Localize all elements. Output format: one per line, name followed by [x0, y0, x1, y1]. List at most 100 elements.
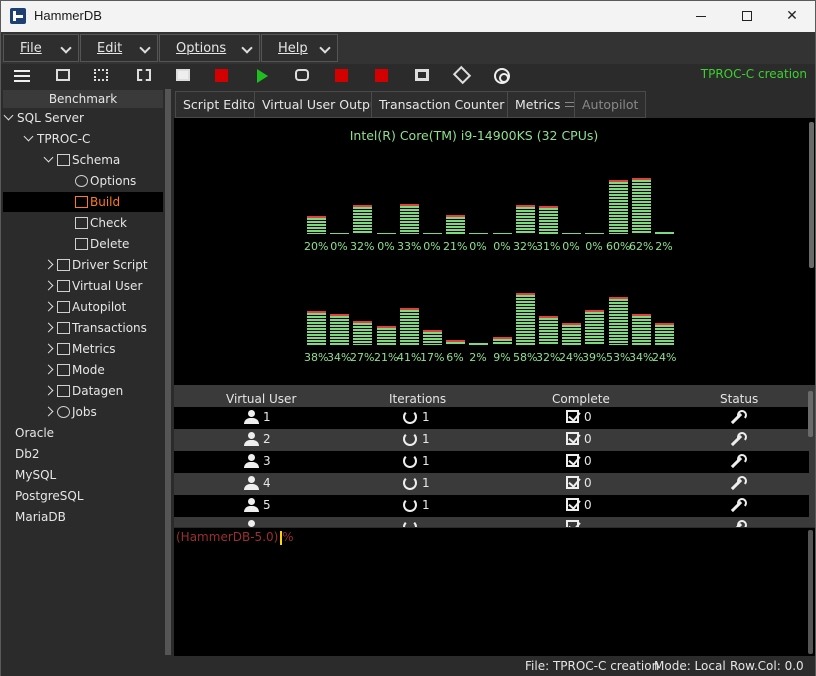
- cpu-title: Intel(R) Core(TM) i9-14900KS (32 CPUs): [349, 128, 599, 143]
- cpu-bar: [446, 340, 465, 345]
- tree-node-db2[interactable]: Db2: [15, 444, 40, 464]
- cpu-bar-label: 0%: [469, 240, 487, 253]
- menu-icon[interactable]: [12, 67, 32, 85]
- chevron-down-icon[interactable]: [43, 152, 54, 163]
- tree-node-build[interactable]: Build: [3, 192, 163, 212]
- tree-node-sql-server[interactable]: SQL Server: [3, 108, 84, 128]
- cpu-bar-label: 17%: [420, 351, 445, 364]
- cpu-bar-label: 34%: [327, 351, 352, 364]
- hammerdb-logo-icon: [10, 8, 26, 24]
- stop-icon[interactable]: [212, 67, 232, 85]
- cpu-bar: [562, 233, 581, 234]
- table-row[interactable]: 1 1 0: [174, 407, 809, 429]
- tree-scrollbar[interactable]: [165, 89, 171, 655]
- menu-edit[interactable]: Edit: [80, 34, 158, 62]
- tab-metrics[interactable]: Metrics: [507, 91, 583, 118]
- chevron-right-icon[interactable]: [43, 301, 54, 312]
- chevron-down-icon: [60, 42, 72, 54]
- cpu-bar: [516, 293, 535, 345]
- column-header-virtual-user: Virtual User: [226, 392, 297, 406]
- menu-edit-label: Edit: [97, 41, 123, 56]
- chevron-down-icon: [139, 42, 151, 54]
- table-row[interactable]: 2 1 0: [174, 429, 809, 451]
- tree-node-mode[interactable]: Mode: [43, 360, 105, 380]
- cpu-bar: [307, 216, 326, 234]
- jobs-icon[interactable]: [492, 67, 512, 85]
- console-scrollbar[interactable]: [808, 530, 813, 654]
- tree-node-jobs[interactable]: Jobs: [43, 402, 97, 422]
- checkbox-icon: [566, 476, 579, 489]
- load-icon[interactable]: [91, 67, 111, 85]
- table-scrollbar[interactable]: [808, 391, 813, 437]
- tree-node-options[interactable]: Options: [75, 171, 136, 191]
- menu-help[interactable]: Help: [261, 34, 338, 62]
- script-icon[interactable]: [173, 67, 193, 85]
- tree-node-label: Virtual User: [72, 279, 143, 293]
- tree-node-check[interactable]: Check: [75, 213, 127, 233]
- vuser-icon[interactable]: [292, 67, 312, 85]
- minimize-button[interactable]: [678, 1, 724, 32]
- vu-id: 2: [263, 432, 271, 446]
- delete-icon[interactable]: [134, 67, 154, 85]
- tree-node-virtual-user[interactable]: Virtual User: [43, 276, 143, 296]
- menu-file[interactable]: File: [3, 34, 79, 62]
- tree-node-metrics[interactable]: Metrics: [43, 339, 116, 359]
- vu-id: 3: [263, 454, 271, 468]
- chevron-right-icon[interactable]: [43, 385, 54, 396]
- cpu-bar: [423, 330, 442, 345]
- tab-label: Virtual User Output: [262, 97, 383, 112]
- maximize-button[interactable]: [724, 1, 770, 32]
- table-row[interactable]: 4 1 0: [174, 473, 809, 495]
- tree-node-mysql[interactable]: MySQL: [15, 465, 56, 485]
- cpu-bar: [330, 314, 349, 345]
- tab-transaction-counter[interactable]: Transaction Counter: [371, 91, 527, 118]
- vu-iterations: 1: [422, 432, 430, 446]
- schema-icon[interactable]: [53, 67, 73, 85]
- wrench-icon: [728, 432, 747, 448]
- tab-autopilot[interactable]: Autopilot: [574, 91, 647, 118]
- chevron-right-icon[interactable]: [43, 259, 54, 270]
- tree-node-mariadb[interactable]: MariaDB: [15, 507, 66, 527]
- table-row[interactable]: [174, 517, 809, 527]
- table-row[interactable]: 5 1 0: [174, 495, 809, 517]
- chevron-down-icon[interactable]: [3, 110, 14, 121]
- chevron-right-icon[interactable]: [43, 364, 54, 375]
- cpu-bar: [609, 297, 628, 345]
- tree-node-datagen[interactable]: Datagen: [43, 381, 124, 401]
- tree-node-oracle[interactable]: Oracle: [15, 423, 54, 443]
- cpu-bar-label: 58%: [513, 351, 538, 364]
- chevron-right-icon[interactable]: [43, 280, 54, 291]
- tree-node-driver-script[interactable]: Driver Script: [43, 255, 148, 275]
- driver-script-icon: [57, 259, 70, 271]
- chevron-right-icon[interactable]: [43, 322, 54, 333]
- run-icon[interactable]: [252, 67, 272, 85]
- metrics-scrollbar[interactable]: [809, 122, 814, 268]
- metrics-icon[interactable]: [412, 67, 432, 85]
- tree-node-transactions[interactable]: Transactions: [43, 318, 147, 338]
- tree-node-schema[interactable]: Schema: [43, 150, 120, 170]
- tree-node-label: Metrics: [72, 342, 116, 356]
- vu-complete: 0: [584, 432, 592, 446]
- chevron-right-icon[interactable]: [43, 406, 54, 417]
- stop-vuser-icon[interactable]: [332, 67, 352, 85]
- cpu-bar: [493, 337, 512, 345]
- tree-node-tproc-c[interactable]: TPROC-C: [23, 129, 90, 149]
- column-header-status: Status: [720, 392, 759, 406]
- chevron-down-icon: [319, 42, 331, 54]
- checkbox-icon: [566, 432, 579, 445]
- menu-options[interactable]: Options: [159, 34, 260, 62]
- stop-counter-icon[interactable]: [372, 67, 392, 85]
- refresh-icon: [403, 476, 417, 490]
- console[interactable]: (HammerDB-5.0) %: [174, 528, 815, 656]
- tree-node-postgresql[interactable]: PostgreSQL: [15, 486, 84, 506]
- tree-node-delete[interactable]: Delete: [75, 234, 129, 254]
- chevron-down-icon[interactable]: [23, 131, 34, 142]
- table-row[interactable]: 3 1 0: [174, 451, 809, 473]
- close-button[interactable]: ✕: [769, 1, 815, 32]
- tree-node-label: Datagen: [72, 384, 124, 398]
- cpu-bar: [632, 178, 651, 234]
- cpu-bar: [609, 180, 628, 234]
- chevron-right-icon[interactable]: [43, 343, 54, 354]
- tree-node-autopilot[interactable]: Autopilot: [43, 297, 126, 317]
- datagen-icon[interactable]: [452, 65, 472, 85]
